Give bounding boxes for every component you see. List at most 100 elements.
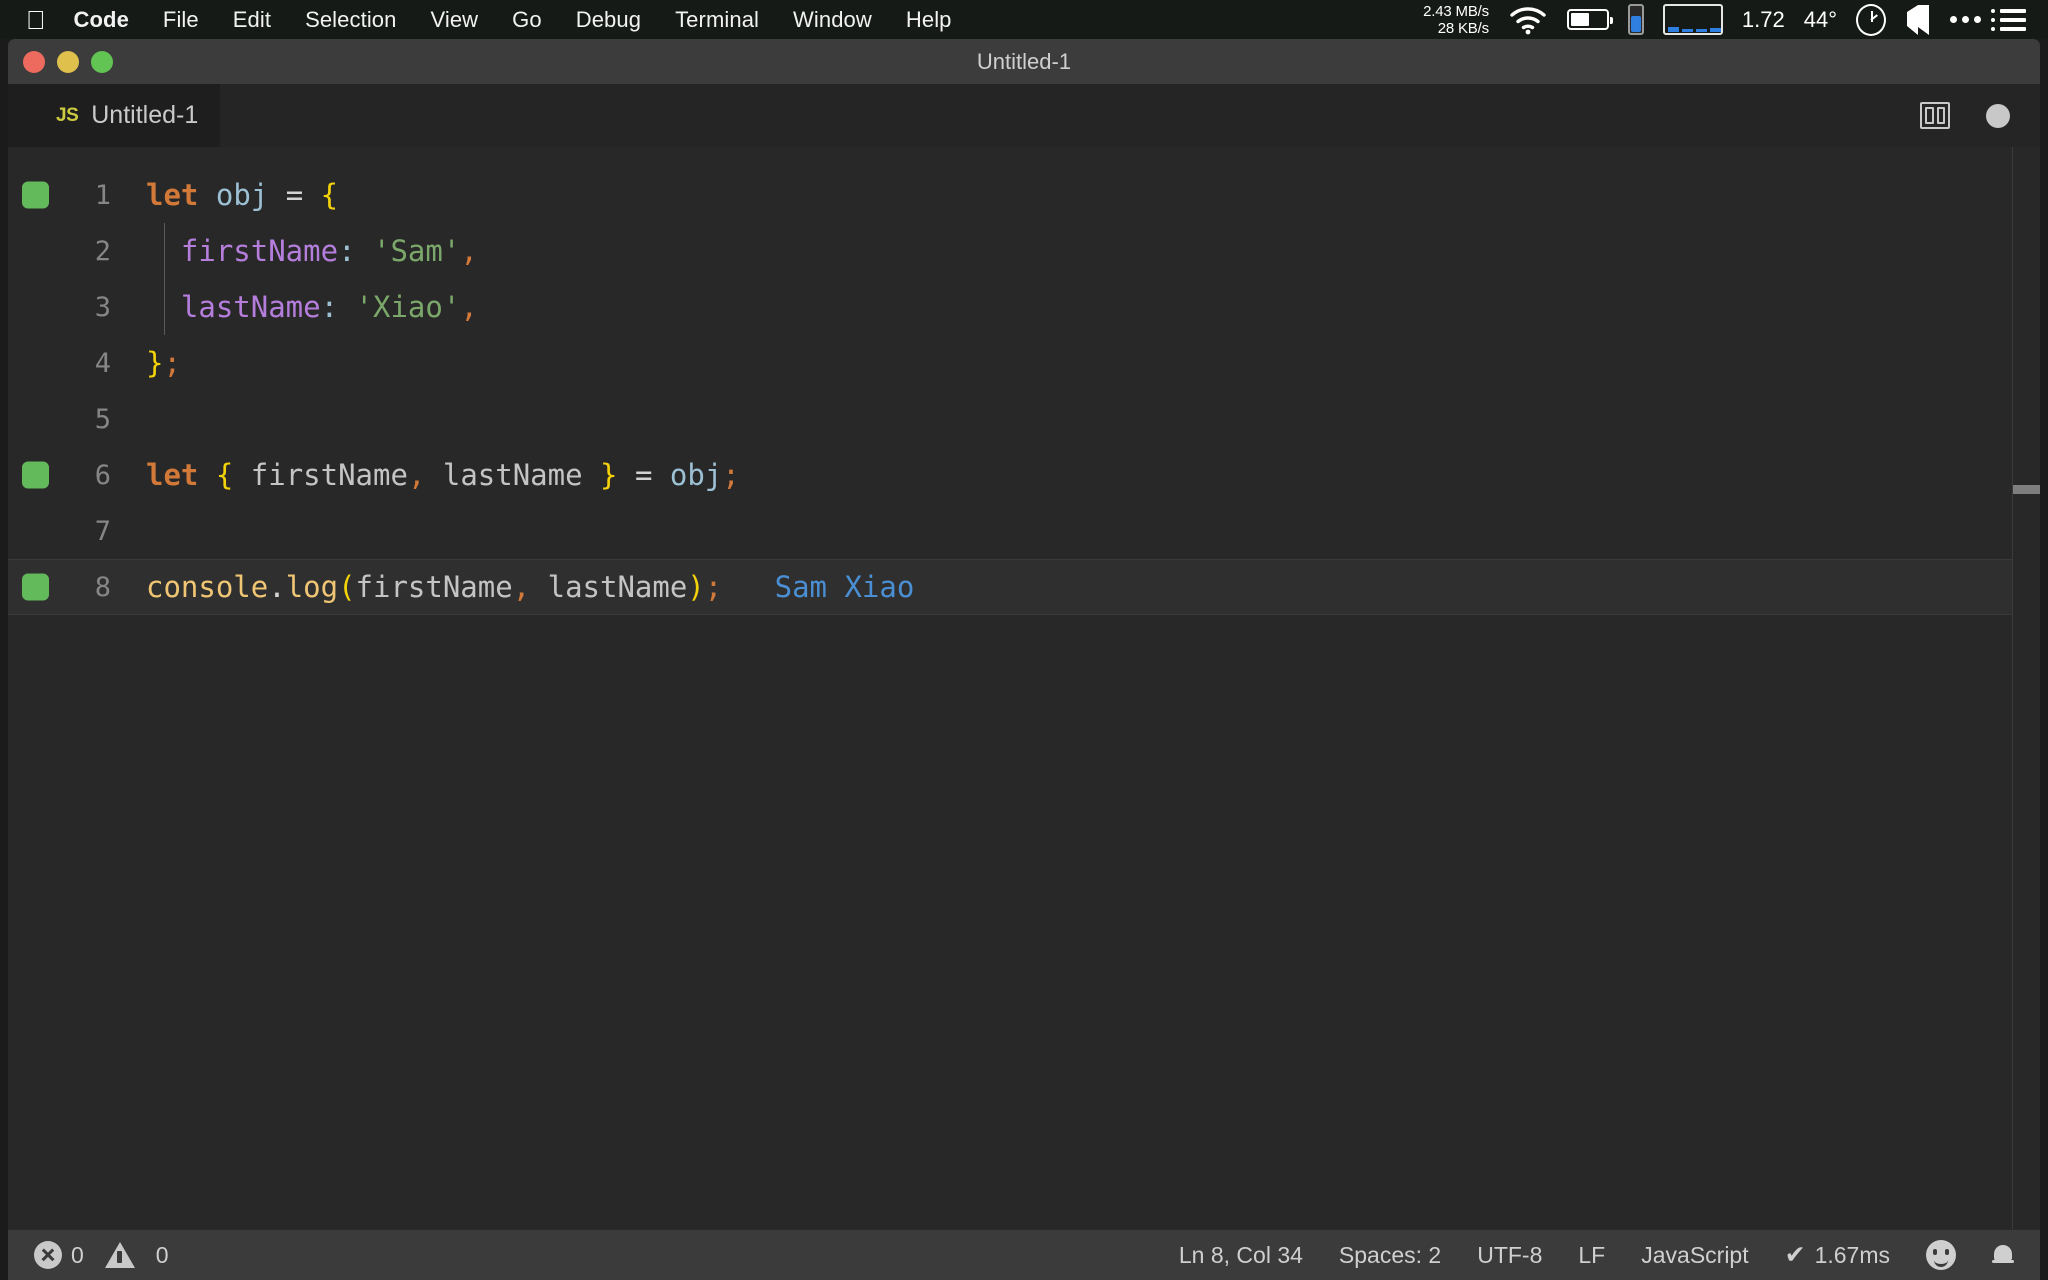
token: {	[215, 457, 234, 492]
ellipsis-icon[interactable]	[1950, 16, 1981, 23]
menubar-item-code[interactable]: Code	[68, 7, 146, 33]
line-number: 4	[94, 347, 111, 379]
language-mode[interactable]: JavaScript	[1641, 1242, 1748, 1269]
run-indicator-icon[interactable]	[22, 573, 49, 601]
menubar-item-edit[interactable]: Edit	[216, 7, 288, 33]
code-line-1[interactable]: 1 let obj = {	[8, 167, 2040, 223]
menubar-items: Code File Edit Selection View Go Debug Terminal…	[68, 7, 969, 33]
token: ,	[407, 457, 426, 492]
window-title: Untitled-1	[976, 48, 1072, 74]
code-line-4[interactable]: 4};	[8, 335, 2040, 391]
token: =	[617, 457, 670, 492]
editor-tabbar: JS Untitled-1	[8, 84, 2040, 147]
overview-ruler[interactable]	[2012, 147, 2040, 1229]
smiley-icon[interactable]	[1926, 1240, 1956, 1270]
code-line-5[interactable]: 5	[8, 391, 2040, 447]
menubar-item-help[interactable]: Help	[889, 7, 969, 33]
battery-icon[interactable]	[1566, 9, 1613, 30]
token: :	[338, 233, 356, 268]
token: let	[146, 457, 199, 492]
error-count: 0	[71, 1241, 84, 1268]
token: let	[146, 177, 199, 212]
shield-icon[interactable]	[1905, 4, 1931, 36]
line-number: 5	[94, 403, 111, 435]
menubar-status-items: 2.43 MB/s 28 KB/s 1.72 44°	[1423, 3, 2048, 37]
code-line-3[interactable]: 3 lastName: 'Xiao',	[8, 279, 2040, 335]
token: 'Sam'	[373, 233, 461, 268]
unsaved-dot-icon[interactable]	[1986, 103, 2010, 128]
warning-count: 0	[155, 1241, 169, 1268]
cpu-graph-icon[interactable]	[1662, 4, 1723, 35]
maximize-button[interactable]	[91, 50, 113, 73]
memory-gauge-icon[interactable]	[1627, 4, 1644, 35]
minimize-button[interactable]	[57, 50, 79, 73]
list-icon[interactable]	[1991, 8, 2026, 31]
clock-icon[interactable]	[1856, 3, 1886, 36]
token: ,	[512, 569, 531, 604]
token: obj	[215, 177, 269, 212]
code-line-8[interactable]: 8 console.log(firstName, lastName); Sam X…	[8, 559, 2040, 615]
status-bar-right: Ln 8, Col 34 Spaces: 2 UTF-8 LF JavaScri…	[1179, 1240, 2040, 1270]
traffic-lights	[23, 50, 113, 73]
cursor-position[interactable]: Ln 8, Col 34	[1179, 1242, 1303, 1269]
token: }	[600, 457, 618, 492]
temperature-value[interactable]: 44°	[1804, 7, 1837, 33]
line-content: };	[128, 345, 181, 380]
token: Sam Xiao	[774, 569, 915, 604]
indent-guide	[164, 279, 165, 335]
code-line-6[interactable]: 6 let { firstName, lastName } = obj;	[8, 447, 2040, 503]
token: ,	[460, 233, 478, 268]
token: )	[687, 569, 705, 604]
menubar-item-file[interactable]: File	[146, 7, 216, 33]
code-editor[interactable]: 1 let obj = {2 firstName: 'Sam', 3 lastNam…	[8, 147, 2040, 1229]
token: }	[146, 345, 164, 380]
overview-ruler-mark	[2013, 485, 2040, 494]
token: ;	[722, 457, 740, 492]
menubar-item-view[interactable]: View	[413, 7, 495, 33]
code-line-7[interactable]: 7	[8, 503, 2040, 559]
check-icon: ✔	[1784, 1241, 1806, 1269]
warning-icon	[104, 1242, 135, 1268]
problems-status[interactable]: 0 0	[34, 1241, 169, 1269]
tab-untitled-1[interactable]: JS Untitled-1	[8, 84, 221, 147]
error-icon	[34, 1241, 62, 1269]
token: ;	[163, 345, 181, 380]
network-download-speed: 2.43 MB/s	[1423, 2, 1489, 20]
menubar-item-window[interactable]: Window	[776, 7, 889, 33]
run-indicator-icon[interactable]	[22, 181, 49, 209]
runtime-status[interactable]: ✔ 1.67ms	[1785, 1240, 1890, 1270]
token: lastName	[425, 457, 601, 492]
token: 'Xiao'	[355, 289, 461, 324]
system-load-value[interactable]: 1.72	[1742, 7, 1785, 33]
split-editor-icon[interactable]	[1920, 102, 1950, 129]
close-button[interactable]	[23, 50, 45, 73]
line-content: let obj = {	[128, 177, 338, 212]
code-line-2[interactable]: 2 firstName: 'Sam',	[8, 223, 2040, 279]
run-indicator-icon[interactable]	[22, 461, 49, 489]
token: lastName	[180, 289, 321, 324]
eol-setting[interactable]: LF	[1578, 1242, 1605, 1269]
indentation-setting[interactable]: Spaces: 2	[1339, 1242, 1441, 1269]
token: lastName	[530, 569, 688, 604]
bell-icon[interactable]	[1992, 1243, 2014, 1267]
encoding-setting[interactable]: UTF-8	[1477, 1242, 1542, 1269]
runtime-value: 1.67ms	[1814, 1241, 1890, 1268]
token: log	[285, 569, 339, 604]
menubar-item-go[interactable]: Go	[495, 7, 559, 33]
macos-menubar:  CodeFileEditSelectionViewGoDebugTermin…	[0, 0, 2048, 39]
status-bar: 0 0 Ln 8, Col 34 Spaces: 2 UTF-8 LF Java…	[8, 1229, 2040, 1280]
window-titlebar: Untitled-1	[8, 39, 2040, 84]
line-number: 2	[94, 235, 111, 267]
wifi-icon[interactable]	[1508, 5, 1548, 35]
vscode-window: Untitled-1 JS Untitled-1 1 let obj = {2 f…	[8, 39, 2040, 1280]
token: firstName	[355, 569, 513, 604]
line-number: 7	[94, 515, 111, 547]
menubar-item-debug[interactable]: Debug	[559, 7, 658, 33]
menubar-item-terminal[interactable]: Terminal	[658, 7, 776, 33]
menubar-item-selection[interactable]: Selection	[288, 7, 413, 33]
network-speed-indicator[interactable]: 2.43 MB/s 28 KB/s	[1423, 3, 1489, 37]
